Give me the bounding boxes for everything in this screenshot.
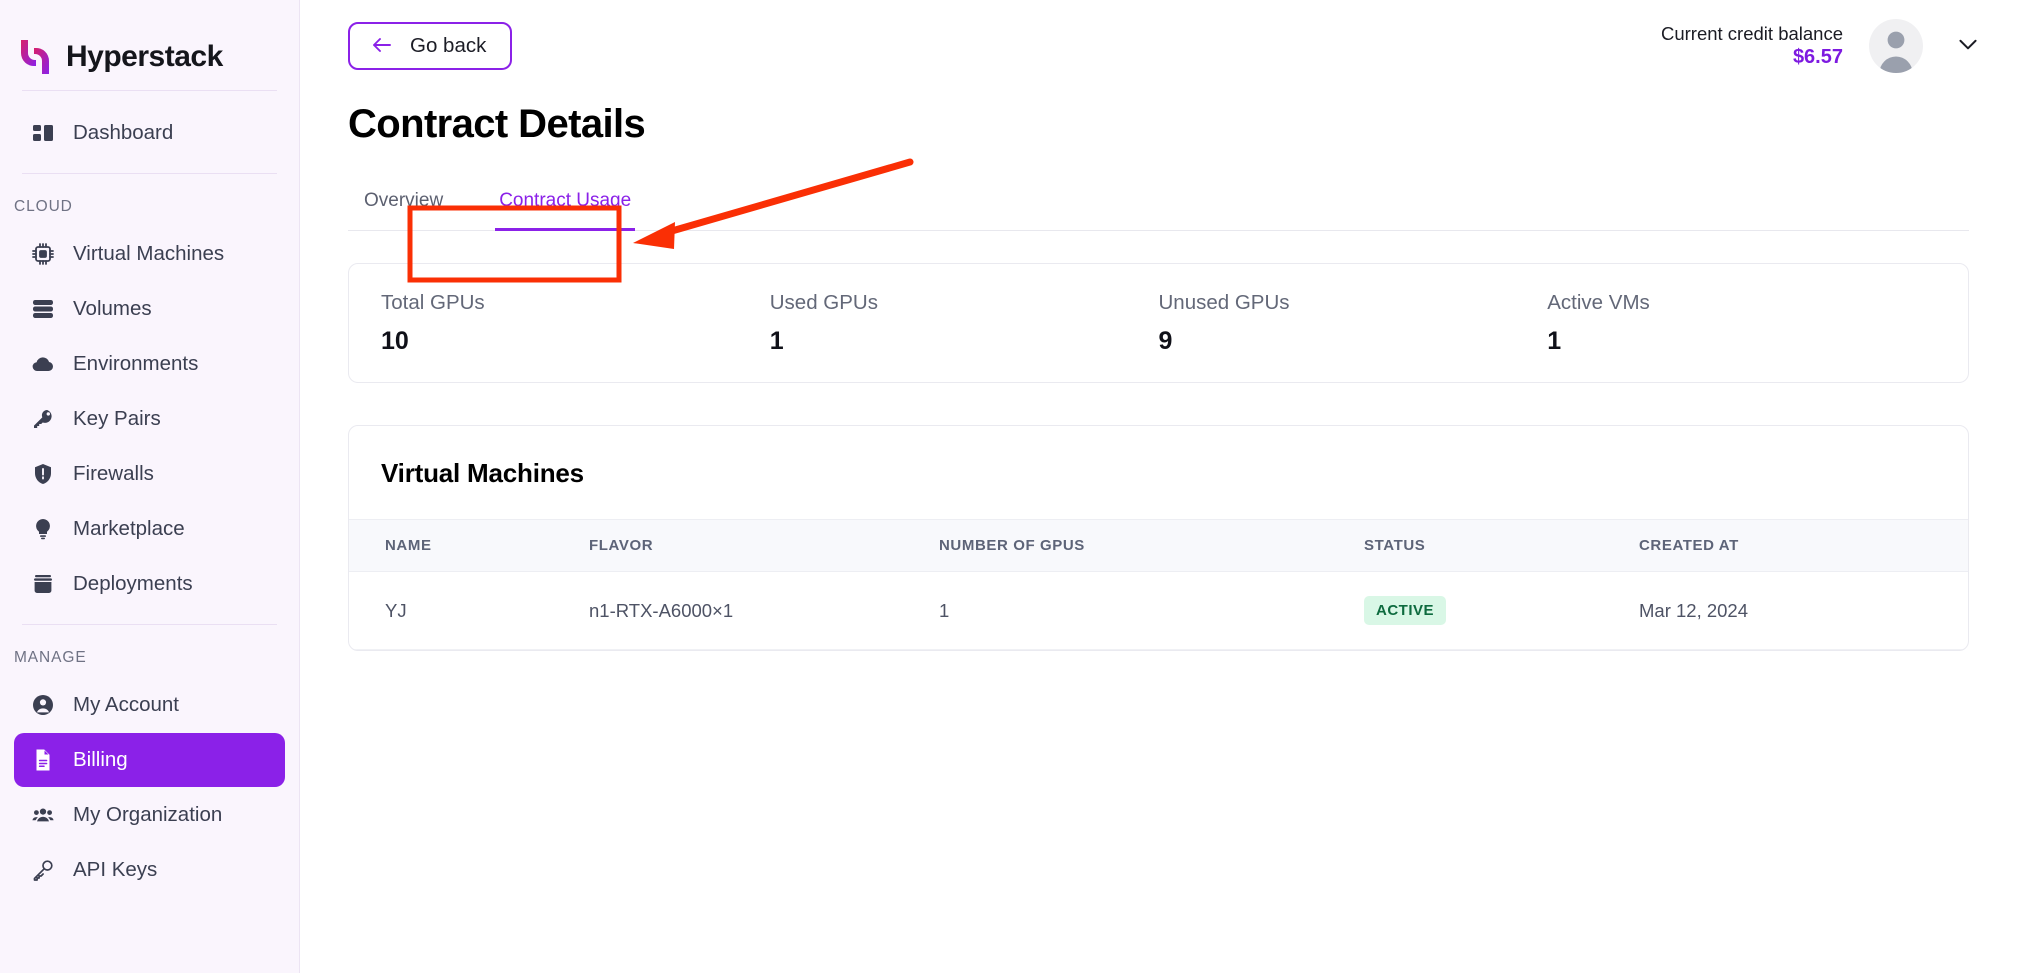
stat-label: Unused GPUs <box>1158 290 1290 314</box>
cell-created-at: Mar 12, 2024 <box>1639 571 1968 650</box>
sidebar-item-label: Firewalls <box>73 462 154 485</box>
status-badge: ACTIVE <box>1364 596 1447 625</box>
stat-label: Active VMs <box>1547 290 1650 314</box>
tab-overview[interactable]: Overview <box>348 190 471 230</box>
sidebar-item-key-pairs[interactable]: Key Pairs <box>14 392 285 446</box>
column-header-gpus[interactable]: NUMBER OF GPUS <box>939 519 1364 572</box>
sidebar-item-label: My Account <box>73 693 179 716</box>
sidebar-item-environments[interactable]: Environments <box>14 337 285 391</box>
stat-active-vms: Active VMs 1 <box>1547 291 1936 356</box>
sidebar: Hyperstack Dashboard CLOUD Virtual Machi… <box>0 0 300 973</box>
cell-status: ACTIVE <box>1364 571 1639 650</box>
cell-flavor: n1-RTX-A6000×1 <box>589 571 939 650</box>
sidebar-group-top: Dashboard <box>0 91 299 173</box>
tab-bar: Overview Contract Usage <box>348 175 1969 231</box>
sidebar-group-cloud: CLOUD Virtual Machines Volumes Environme… <box>0 174 299 624</box>
table-body: YJ n1-RTX-A6000×1 1 ACTIVE Mar 12, 2024 <box>349 571 1968 650</box>
avatar[interactable] <box>1869 19 1923 73</box>
sidebar-item-billing[interactable]: Billing <box>14 733 285 787</box>
stat-value: 1 <box>1547 326 1562 355</box>
page-title: Contract Details <box>348 102 646 146</box>
credit-balance-label: Current credit balance <box>1660 22 1843 44</box>
table-header-row: NAME FLAVOR NUMBER OF GPUS STATUS CREATE… <box>349 519 1968 572</box>
user-circle-icon <box>30 692 56 718</box>
table-row[interactable]: YJ n1-RTX-A6000×1 1 ACTIVE Mar 12, 2024 <box>349 571 1968 650</box>
sidebar-group-manage: MANAGE My Account Billing My Organizatio… <box>0 625 299 910</box>
sidebar-item-label: API Keys <box>73 858 158 881</box>
chevron-down-icon[interactable] <box>1949 25 1987 68</box>
user-avatar-icon <box>1879 31 1913 73</box>
sidebar-item-my-organization[interactable]: My Organization <box>14 788 285 842</box>
sidebar-item-label: Billing <box>73 748 128 771</box>
virtual-machines-card: Virtual Machines NAME FLAVOR NUMBER OF G… <box>348 425 1969 651</box>
topbar: Go back Current credit balance $6.57 <box>300 0 2017 92</box>
sidebar-item-label: Key Pairs <box>73 407 161 430</box>
sidebar-group-label-manage: MANAGE <box>14 649 87 666</box>
column-header-created-at[interactable]: CREATED AT <box>1639 519 1968 572</box>
column-header-status[interactable]: STATUS <box>1364 519 1639 572</box>
brand[interactable]: Hyperstack <box>0 0 299 90</box>
stats-card: Total GPUs 10 Used GPUs 1 Unused GPUs 9 … <box>348 263 1969 383</box>
sidebar-item-label: My Organization <box>73 803 223 826</box>
go-back-button[interactable]: Go back <box>348 22 513 70</box>
cell-name: YJ <box>349 571 589 650</box>
stat-value: 1 <box>769 326 784 355</box>
hyperstack-logo-icon <box>18 38 52 76</box>
sidebar-item-label: Volumes <box>73 297 152 320</box>
main-content: Go back Current credit balance $6.57 Con… <box>300 0 2017 973</box>
cpu-chip-icon <box>30 241 56 267</box>
sidebar-item-api-keys[interactable]: API Keys <box>14 843 285 897</box>
sidebar-item-virtual-machines[interactable]: Virtual Machines <box>14 227 285 281</box>
cloud-icon <box>30 351 56 377</box>
go-back-label: Go back <box>410 34 487 57</box>
stat-value: 10 <box>381 326 409 355</box>
sidebar-item-dashboard[interactable]: Dashboard <box>14 106 285 160</box>
stat-total-gpus: Total GPUs 10 <box>381 291 770 356</box>
shield-icon <box>30 461 56 487</box>
sidebar-item-my-account[interactable]: My Account <box>14 678 285 732</box>
brand-name: Hyperstack <box>66 40 223 73</box>
stat-value: 9 <box>1158 326 1173 355</box>
dashboard-icon <box>30 120 56 146</box>
sidebar-item-label: Environments <box>73 352 199 375</box>
arrow-left-icon <box>370 33 394 60</box>
users-group-icon <box>30 802 56 828</box>
sidebar-item-label: Marketplace <box>73 517 185 540</box>
column-header-name[interactable]: NAME <box>349 519 589 572</box>
sidebar-item-deployments[interactable]: Deployments <box>14 557 285 611</box>
stat-label: Total GPUs <box>381 290 485 314</box>
key-outline-icon <box>30 857 56 883</box>
credit-balance: Current credit balance $6.57 <box>1661 22 1843 70</box>
sidebar-item-marketplace[interactable]: Marketplace <box>14 502 285 556</box>
stat-label: Used GPUs <box>769 290 878 314</box>
virtual-machines-title: Virtual Machines <box>381 458 584 488</box>
sidebar-group-label-cloud: CLOUD <box>14 198 73 215</box>
sidebar-item-label: Virtual Machines <box>73 242 225 265</box>
database-stack-icon <box>30 296 56 322</box>
table-head: NAME FLAVOR NUMBER OF GPUS STATUS CREATE… <box>349 519 1968 572</box>
sidebar-item-firewalls[interactable]: Firewalls <box>14 447 285 501</box>
key-icon <box>30 406 56 432</box>
document-icon <box>30 747 56 773</box>
tab-contract-usage[interactable]: Contract Usage <box>471 190 659 231</box>
app-root: Hyperstack Dashboard CLOUD Virtual Machi… <box>0 0 2017 973</box>
lightbulb-icon <box>30 516 56 542</box>
virtual-machines-table: NAME FLAVOR NUMBER OF GPUS STATUS CREATE… <box>349 519 1968 650</box>
page-body: Contract Details Overview Contract Usage… <box>300 92 2017 651</box>
stat-unused-gpus: Unused GPUs 9 <box>1159 291 1548 356</box>
cell-number-of-gpus: 1 <box>939 571 1364 650</box>
sidebar-item-label: Dashboard <box>73 121 174 144</box>
column-header-flavor[interactable]: FLAVOR <box>589 519 939 572</box>
sidebar-item-label: Deployments <box>73 572 193 595</box>
credit-balance-amount: $6.57 <box>1792 46 1843 69</box>
box-icon <box>30 571 56 597</box>
stat-used-gpus: Used GPUs 1 <box>770 291 1159 356</box>
topbar-right: Current credit balance $6.57 <box>1661 19 1987 73</box>
sidebar-item-volumes[interactable]: Volumes <box>14 282 285 336</box>
